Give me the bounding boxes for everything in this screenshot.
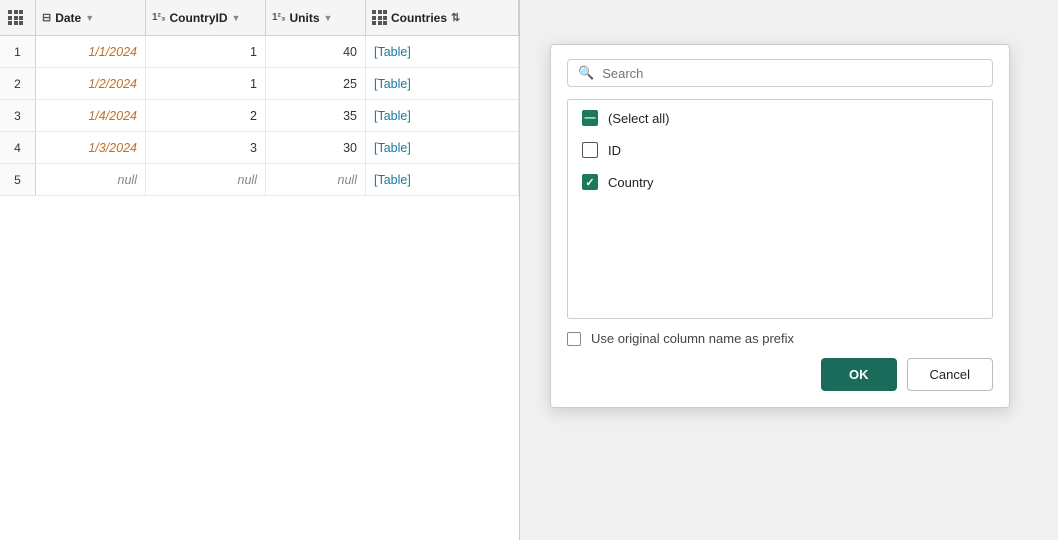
checkbox-country-label[interactable]: Country: [608, 175, 654, 190]
main-container: ⊟ Date ▼ 1²₃ CountryID ▼ 1²₃ Units ▼: [0, 0, 1058, 540]
cell-units-3: 35: [266, 100, 366, 131]
prefix-row[interactable]: Use original column name as prefix: [567, 331, 993, 346]
countryid-type-icon: 1²₃: [152, 12, 166, 23]
checkbox-id-label[interactable]: ID: [608, 143, 621, 158]
col-header-countries[interactable]: Countries ⇅: [366, 0, 519, 35]
units-dropdown-arrow[interactable]: ▼: [324, 13, 333, 23]
cell-date-1: 1/1/2024: [36, 36, 146, 67]
right-panel: 🔍 (Select all) ID Country: [520, 0, 1058, 540]
checkbox-item-select-all[interactable]: (Select all): [582, 110, 978, 126]
checkbox-item-id[interactable]: ID: [582, 142, 978, 158]
col-units-label: Units: [290, 11, 320, 25]
units-type-icon: 1²₃: [272, 12, 286, 23]
cell-countries-5: [Table]: [366, 164, 519, 195]
cell-countryid-5: null: [146, 164, 266, 195]
prefix-label-text: Use original column name as prefix: [591, 331, 794, 346]
checkbox-prefix[interactable]: [567, 332, 581, 346]
countries-sort-icon[interactable]: ⇅: [451, 11, 460, 24]
cell-units-1: 40: [266, 36, 366, 67]
cell-date-2: 1/2/2024: [36, 68, 146, 99]
cell-units-2: 25: [266, 68, 366, 99]
checkbox-select-all[interactable]: [582, 110, 598, 126]
cell-rownum-2: 2: [0, 68, 36, 99]
col-header-countryid[interactable]: 1²₃ CountryID ▼: [146, 0, 266, 35]
checkbox-select-all-label[interactable]: (Select all): [608, 111, 669, 126]
table-body: 1 1/1/2024 1 40 [Table] 2 1/2/2024 1 25 …: [0, 36, 519, 540]
col-header-date[interactable]: ⊟ Date ▼: [36, 0, 146, 35]
cell-units-5: null: [266, 164, 366, 195]
cell-countries-3: [Table]: [366, 100, 519, 131]
cell-countryid-2: 1: [146, 68, 266, 99]
grid-icon: [8, 10, 23, 25]
cell-countryid-3: 2: [146, 100, 266, 131]
table-row: 3 1/4/2024 2 35 [Table]: [0, 100, 519, 132]
cell-rownum-1: 1: [0, 36, 36, 67]
checkbox-list: (Select all) ID Country: [567, 99, 993, 319]
countryid-dropdown-arrow[interactable]: ▼: [232, 13, 241, 23]
cell-date-3: 1/4/2024: [36, 100, 146, 131]
dropdown-panel: 🔍 (Select all) ID Country: [550, 44, 1010, 408]
search-box[interactable]: 🔍: [567, 59, 993, 87]
date-dropdown-arrow[interactable]: ▼: [85, 13, 94, 23]
cell-rownum-4: 4: [0, 132, 36, 163]
cancel-button[interactable]: Cancel: [907, 358, 993, 391]
checkbox-id[interactable]: [582, 142, 598, 158]
cell-countries-2: [Table]: [366, 68, 519, 99]
table-row: 2 1/2/2024 1 25 [Table]: [0, 68, 519, 100]
checkbox-country[interactable]: [582, 174, 598, 190]
calendar-icon: ⊟: [42, 11, 51, 24]
cell-countries-4: [Table]: [366, 132, 519, 163]
col-header-rownum: [0, 0, 36, 35]
ok-button[interactable]: OK: [821, 358, 897, 391]
countries-grid-icon: [372, 10, 387, 25]
table-area: ⊟ Date ▼ 1²₃ CountryID ▼ 1²₃ Units ▼: [0, 0, 520, 540]
col-countries-label: Countries: [391, 11, 447, 25]
cell-date-4: 1/3/2024: [36, 132, 146, 163]
table-row: 4 1/3/2024 3 30 [Table]: [0, 132, 519, 164]
cell-rownum-5: 5: [0, 164, 36, 195]
table-row: 5 null null null [Table]: [0, 164, 519, 196]
col-header-units[interactable]: 1²₃ Units ▼: [266, 0, 366, 35]
prefix-label: Use original column name as prefix: [591, 331, 794, 346]
cell-rownum-3: 3: [0, 100, 36, 131]
col-countryid-label: CountryID: [170, 11, 228, 25]
search-icon: 🔍: [578, 65, 594, 81]
cell-countries-1: [Table]: [366, 36, 519, 67]
cell-countryid-4: 3: [146, 132, 266, 163]
table-header: ⊟ Date ▼ 1²₃ CountryID ▼ 1²₃ Units ▼: [0, 0, 519, 36]
checkbox-item-country[interactable]: Country: [582, 174, 978, 190]
table-row: 1 1/1/2024 1 40 [Table]: [0, 36, 519, 68]
search-input[interactable]: [602, 66, 982, 81]
button-row: OK Cancel: [567, 358, 993, 391]
cell-units-4: 30: [266, 132, 366, 163]
cell-countryid-1: 1: [146, 36, 266, 67]
cell-date-5: null: [36, 164, 146, 195]
col-date-label: Date: [55, 11, 81, 25]
